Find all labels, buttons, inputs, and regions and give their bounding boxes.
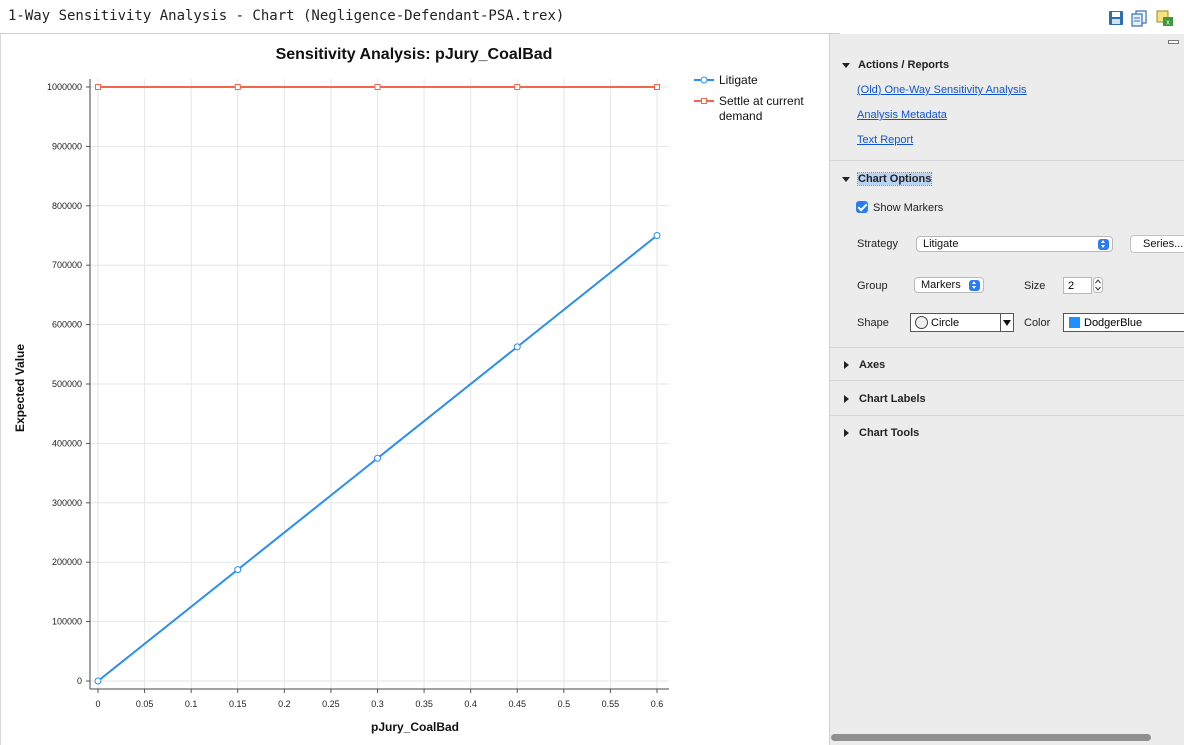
data-point [374,454,381,462]
data-point [654,84,660,90]
legend-marker [701,98,707,104]
legend-label: Settle at current [719,94,804,108]
chart-title: Sensitivity Analysis: pJury_CoalBad [276,46,553,63]
dropdown-arrow-icon [1000,314,1013,331]
strategy-select[interactable]: Litigate [916,236,1113,252]
size-label: Size [1024,280,1046,292]
x-tick-label: 0.55 [602,699,620,709]
y-tick-label: 900000 [52,141,82,151]
shape-label: Shape [857,317,889,329]
x-tick-label: 0.5 [558,699,571,709]
x-tick-label: 0.1 [185,699,198,709]
y-tick-label: 200000 [52,557,82,567]
y-tick-label: 800000 [52,201,82,211]
divider [830,380,1184,381]
x-tick-label: 0.3 [371,699,384,709]
chart-labels-section-header[interactable]: Chart Labels [842,393,926,405]
y-tick-label: 400000 [52,438,82,448]
save-icon[interactable] [1107,9,1125,27]
data-point [234,84,241,90]
show-markers-label: Show Markers [873,202,944,214]
y-tick-label: 100000 [52,617,82,627]
link-text-report[interactable]: Text Report [857,134,913,146]
data-point [374,84,381,90]
shape-combobox[interactable]: Circle [910,313,1014,332]
x-tick-label: 0.05 [136,699,154,709]
x-tick-label: 0 [95,699,100,709]
group-label: Group [857,280,888,292]
actions-section-header[interactable]: Actions / Reports [842,59,949,71]
x-axis-label: pJury_CoalBad [371,720,459,734]
y-tick-label: 600000 [52,320,82,330]
expand-triangle-icon [844,429,849,438]
x-tick-label: 0.6 [651,699,664,709]
x-tick-label: 0.45 [508,699,526,709]
x-tick-label: 0.4 [464,699,477,709]
data-point [513,343,521,351]
size-stepper-icon[interactable] [1093,277,1103,293]
divider [830,415,1184,416]
link-analysis-metadata[interactable]: Analysis Metadata [857,109,947,121]
divider [830,160,1184,161]
y-tick-label: 1000000 [47,82,82,92]
y-axis-label: Expected Value [13,344,27,432]
collapse-triangle-icon [842,176,850,182]
minimize-icon[interactable] [1168,40,1179,44]
y-tick-label: 0 [77,676,82,686]
y-tick-label: 500000 [52,379,82,389]
legend-marker [700,76,708,84]
copy-icon[interactable] [1130,9,1148,27]
horizontal-scrollbar[interactable] [831,734,1151,741]
expand-triangle-icon [844,395,849,404]
data-point [94,677,102,685]
expand-triangle-icon [844,361,849,370]
group-select[interactable]: Markers [914,277,984,293]
chart-grid [90,79,669,689]
x-tick-label: 0.35 [415,699,433,709]
divider [830,347,1184,348]
data-point [653,232,661,239]
y-tick-label: 300000 [52,498,82,508]
color-label: Color [1024,317,1051,329]
chart-tools-section-header[interactable]: Chart Tools [842,427,919,439]
chart-axes: 0 0.05 0.1 0.15 0.2 0.25 0.3 0.35 0.4 0.45 0.5 0.55… [47,79,669,709]
y-tick-label: 700000 [52,260,82,270]
color-combobox[interactable]: DodgerBlue [1063,313,1184,332]
svg-text:x: x [1166,20,1170,27]
data-point [234,566,242,574]
axes-section-header[interactable]: Axes [842,359,885,371]
select-arrows-icon [969,280,980,291]
show-markers-checkbox[interactable] [856,201,868,213]
data-point [514,84,521,90]
series-button[interactable]: Series... [1130,235,1184,253]
chart-options-section-header[interactable]: Chart Options [842,172,933,186]
legend-label: demand [719,109,762,123]
strategy-label: Strategy [857,238,898,250]
link-old-sensitivity-analysis[interactable]: (Old) One-Way Sensitivity Analysis [857,84,1027,96]
collapse-triangle-icon [842,62,850,68]
legend-label: Litigate [719,73,758,87]
window-titlebar: 1-Way Sensitivity Analysis - Chart (Negl… [0,0,1184,33]
export-icon[interactable]: x [1156,9,1174,27]
circle-shape-icon [915,316,928,329]
color-swatch [1069,317,1080,328]
chart-legend[interactable]: Litigate Settle at currentdemand [694,73,804,123]
x-tick-label: 0.2 [278,699,291,709]
options-panel: Actions / Reports (Old) One-Way Sensitiv… [829,34,1184,745]
sensitivity-chart: Sensitivity Analysis: pJury_CoalBad 0 0.0… [13,46,804,734]
chart-pane: Sensitivity Analysis: pJury_CoalBad 0 0.0… [0,34,829,745]
window-title: 1-Way Sensitivity Analysis - Chart (Negl… [8,8,565,24]
data-point [95,84,101,90]
select-arrows-icon [1098,239,1109,250]
x-tick-label: 0.25 [322,699,340,709]
x-tick-label: 0.15 [229,699,247,709]
size-input[interactable]: 2 [1063,277,1092,294]
